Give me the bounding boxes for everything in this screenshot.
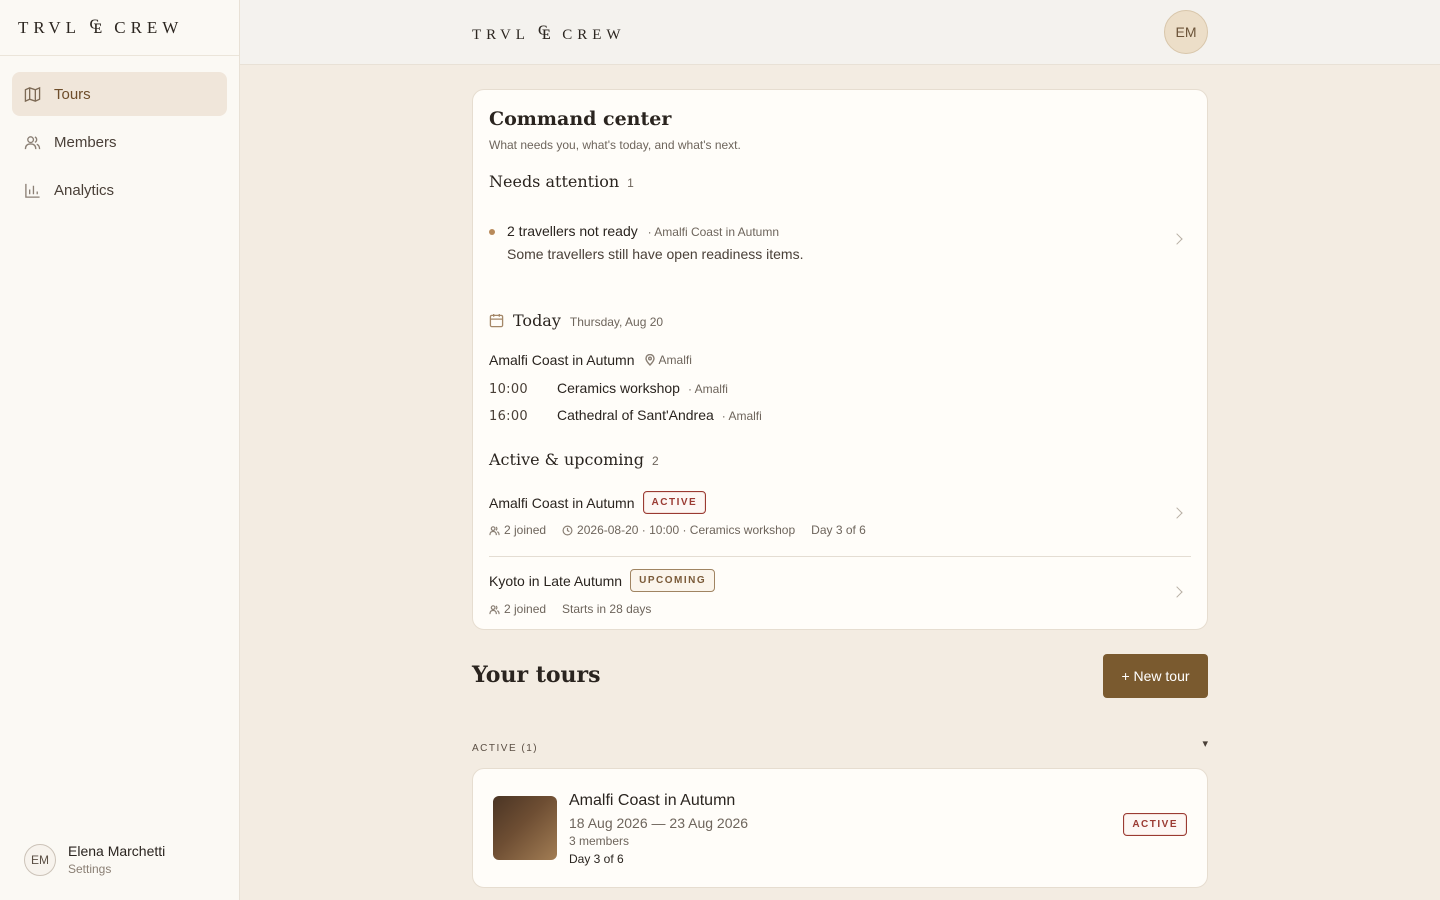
main-content: Command center What needs you, what's to… [472, 89, 1208, 888]
user-name: Elena Marchetti [68, 843, 166, 859]
command-center-subtitle: What needs you, what's today, and what's… [489, 138, 741, 152]
sidebar-user[interactable]: EM Elena Marchetti Settings [24, 843, 165, 876]
sidebar-item-label: Tours [54, 85, 91, 103]
attention-dot-icon [489, 229, 495, 235]
settings-link[interactable]: Settings [68, 862, 165, 876]
schedule-item: 10:00 Ceramics workshop · Amalfi [489, 380, 1191, 397]
schedule-place: · Amalfi [687, 382, 728, 396]
sidebar-item-members[interactable]: Members [12, 120, 227, 164]
chevron-right-icon [1171, 233, 1183, 245]
caret-down-icon: ▾ [1202, 738, 1208, 750]
trip-name: Amalfi Coast in Autumn [489, 494, 635, 511]
attention-tour: · Amalfi Coast in Autumn [647, 225, 780, 239]
location-pin-icon [644, 354, 655, 366]
schedule-activity: Cathedral of Sant'Andrea [557, 407, 714, 423]
your-tours-header: Your tours + New tour [472, 654, 1208, 698]
status-badge: UPCOMING [630, 569, 716, 592]
map-icon [24, 86, 41, 102]
trip-name-row: Amalfi Coast in Autumn ACTIVE [489, 491, 707, 514]
avatar: EM [24, 843, 56, 876]
status-badge: ACTIVE [1123, 813, 1187, 836]
today-tour-name: Amalfi Coast in Autumn [489, 352, 635, 368]
trip-starts: Starts in 28 days [562, 602, 652, 616]
schedule-time: 10:00 [489, 382, 528, 397]
topbar-logo[interactable]: TRVL ₠ CREW [472, 22, 626, 45]
trip-joined: 2 joined [504, 602, 547, 616]
trip-next-event: 2026-08-20 · 10:00 · Ceramics workshop [577, 523, 796, 537]
command-center-title: Command center [489, 108, 672, 130]
user-avatar-button[interactable]: EM [1164, 10, 1208, 54]
needs-attention-count: 1 [627, 176, 634, 190]
schedule-item: 16:00 Cathedral of Sant'Andrea · Amalfi [489, 407, 1191, 424]
schedule-time: 16:00 [489, 409, 528, 424]
active-group-toggle[interactable]: ACTIVE (1) ▾ [472, 738, 1208, 754]
today-tour-location: Amalfi [658, 353, 692, 367]
needs-attention-heading: Needs attention 1 [489, 172, 1191, 191]
tour-card-name: Amalfi Coast in Autumn [569, 792, 736, 809]
sidebar-logo[interactable]: TRVL ₠ CREW [0, 0, 239, 56]
group-label: ACTIVE (1) [472, 743, 539, 754]
your-tours-title: Your tours [472, 662, 601, 688]
chevron-right-icon [1171, 507, 1183, 519]
trip-row-amalfi[interactable]: Amalfi Coast in Autumn ACTIVE 2 joined 2… [489, 485, 1191, 557]
needs-attention-title: Needs attention [489, 172, 620, 191]
attention-description: Some travellers still have open readines… [507, 246, 804, 262]
sidebar: TRVL ₠ CREW Tours Members Analytics EM E… [0, 0, 240, 900]
tour-card[interactable]: Amalfi Coast in Autumn 18 Aug 2026 — 23 … [472, 768, 1208, 888]
today-heading: Today Thursday, Aug 20 [489, 311, 1191, 330]
command-center-card: Command center What needs you, what's to… [472, 89, 1208, 630]
schedule-activity: Ceramics workshop [557, 380, 680, 396]
topbar: TRVL ₠ CREW EM [240, 0, 1440, 65]
sidebar-item-tours[interactable]: Tours [12, 72, 227, 116]
clock-icon [562, 525, 573, 535]
today-date: Thursday, Aug 20 [569, 315, 664, 329]
calendar-icon [489, 313, 504, 328]
trip-name-row: Kyoto in Late Autumn UPCOMING [489, 569, 716, 592]
sidebar-nav: Tours Members Analytics [0, 56, 239, 232]
trip-joined: 2 joined [504, 523, 547, 537]
active-upcoming-title: Active & upcoming [489, 450, 644, 469]
attention-item[interactable]: 2 travellers not ready · Amalfi Coast in… [489, 213, 1191, 273]
active-upcoming-count: 2 [651, 454, 659, 468]
trip-row-kyoto[interactable]: Kyoto in Late Autumn UPCOMING 2 joined S… [489, 557, 1191, 629]
bar-chart-icon [25, 183, 40, 198]
tour-thumbnail [493, 796, 557, 860]
trip-progress: Day 3 of 6 [811, 523, 866, 537]
users-icon [24, 135, 41, 149]
tour-card-progress: Day 3 of 6 [569, 852, 624, 866]
attention-title-row: 2 travellers not ready · Amalfi Coast in… [507, 223, 779, 239]
sidebar-item-label: Members [54, 133, 117, 151]
users-icon [489, 604, 500, 614]
brand-logo: TRVL ₠ CREW [18, 16, 184, 38]
sidebar-item-analytics[interactable]: Analytics [12, 168, 227, 212]
today-title: Today [513, 311, 561, 330]
tour-card-dates: 18 Aug 2026 — 23 Aug 2026 [569, 815, 749, 831]
status-badge: ACTIVE [642, 491, 707, 514]
schedule-place: · Amalfi [721, 409, 762, 423]
new-tour-button[interactable]: + New tour [1103, 654, 1208, 698]
users-icon [489, 525, 500, 535]
today-tour: Amalfi Coast in Autumn Amalfi [489, 352, 1191, 368]
active-upcoming-heading: Active & upcoming 2 [489, 450, 1191, 469]
attention-title: 2 travellers not ready [507, 223, 638, 239]
sidebar-item-label: Analytics [54, 181, 115, 199]
chevron-right-icon [1171, 586, 1183, 598]
trip-name: Kyoto in Late Autumn [489, 572, 623, 589]
trip-meta: 2 joined 2026-08-20 · 10:00 · Ceramics w… [489, 523, 866, 537]
tour-card-members: 3 members [569, 834, 630, 848]
trip-meta: 2 joined Starts in 28 days [489, 602, 651, 616]
